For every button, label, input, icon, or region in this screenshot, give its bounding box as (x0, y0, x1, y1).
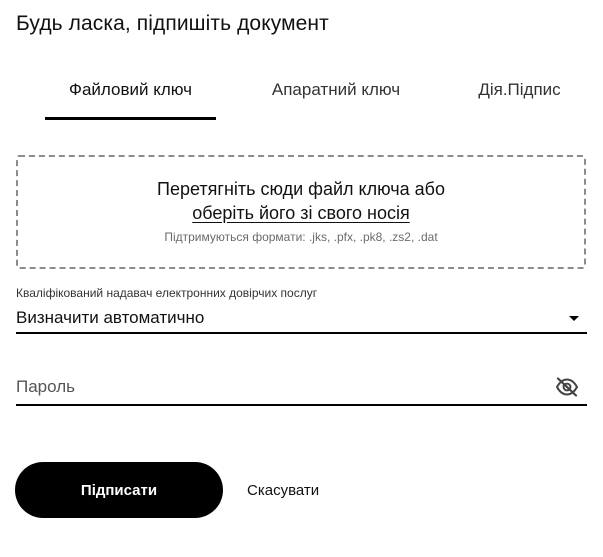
password-field (16, 370, 587, 406)
sign-document-dialog: Будь ласка, підпишіть документ Файловий … (0, 0, 603, 557)
cancel-button[interactable]: Скасувати (237, 476, 329, 504)
tab-file-key[interactable]: Файловий ключ (45, 68, 216, 120)
tab-diia-signature-label: Дія.Підпис (478, 80, 561, 99)
dropzone-instruction: Перетягніть сюди файл ключа або (157, 179, 445, 199)
password-input[interactable] (16, 374, 536, 400)
choose-file-link[interactable]: оберіть його зі свого носія (192, 203, 410, 223)
key-type-tabs: Файловий ключ Апаратний ключ Дія.Підпис (16, 68, 587, 120)
tab-file-key-label: Файловий ключ (69, 80, 192, 99)
tab-diia-signature[interactable]: Дія.Підпис (452, 68, 587, 120)
tab-hardware-key[interactable]: Апаратний ключ (238, 68, 434, 120)
provider-label: Кваліфікований надавач електронних довір… (16, 286, 318, 300)
chevron-down-icon (569, 316, 579, 321)
active-tab-indicator (45, 117, 216, 120)
provider-select[interactable]: Визначити автоматично (16, 304, 587, 334)
tab-hardware-key-label: Апаратний ключ (271, 80, 401, 99)
eye-off-icon[interactable] (555, 377, 579, 397)
key-file-dropzone[interactable]: Перетягніть сюди файл ключа або оберіть … (16, 155, 586, 269)
supported-formats-text: Підтримуються формати: .jks, .pfx, .pk8,… (164, 230, 438, 244)
dialog-title: Будь ласка, підпишіть документ (16, 12, 329, 35)
provider-selected-value: Визначити автоматично (16, 308, 205, 327)
sign-button[interactable]: Підписати (15, 462, 223, 518)
